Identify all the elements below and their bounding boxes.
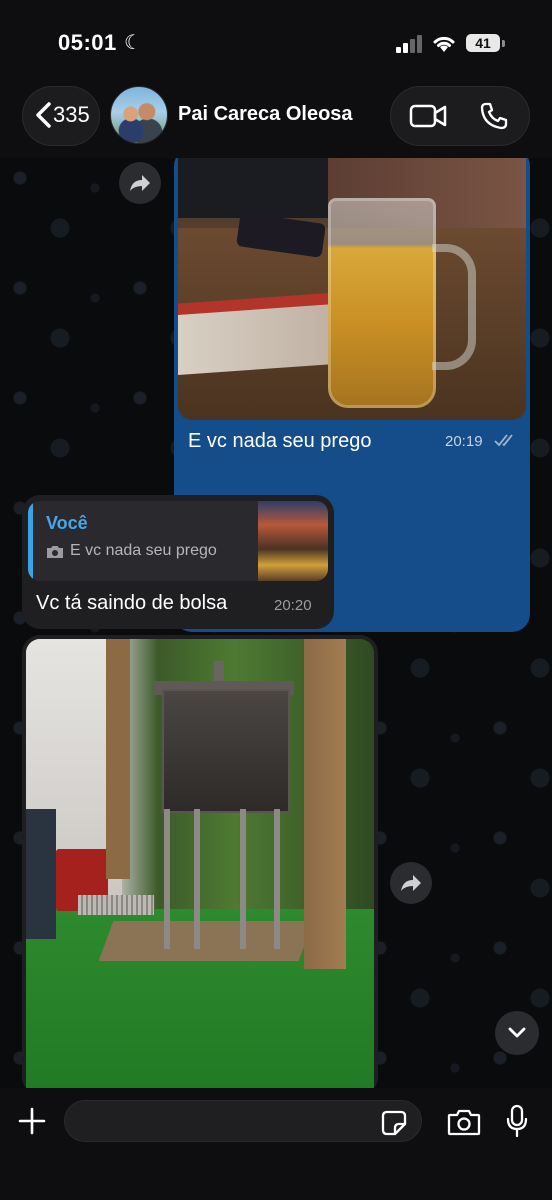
sticker-icon[interactable] [381, 1110, 407, 1136]
quoted-text: E vc nada seu prego [70, 542, 217, 559]
video-call-icon[interactable] [409, 103, 447, 129]
forward-button[interactable] [390, 862, 432, 904]
chat-area[interactable]: E vc nada seu prego 20:19 Você E vc nada… [0, 158, 552, 1088]
call-actions [390, 86, 530, 146]
message-text: Vc tá saindo de bolsa [36, 592, 228, 614]
back-button[interactable]: 335 [22, 86, 100, 146]
signal-icon [396, 35, 424, 53]
incoming-reply-message[interactable]: Você E vc nada seu prego Vc tá saindo de… [22, 495, 334, 629]
chat-header: 335 Pai Careca Oleosa [0, 80, 552, 158]
clock: 05:01 [58, 30, 117, 55]
camera-icon[interactable] [447, 1108, 481, 1136]
contact-name[interactable]: Pai Careca Oleosa [178, 103, 353, 126]
forward-icon [401, 875, 421, 891]
message-input-bar [0, 1088, 552, 1200]
avatar[interactable] [110, 86, 168, 144]
grill-photo[interactable] [26, 639, 374, 1088]
status-bar: 05:01 ☾ 41 [0, 0, 552, 80]
camera-icon [47, 546, 63, 558]
forward-button[interactable] [119, 162, 161, 204]
incoming-photo-message[interactable] [22, 635, 378, 1088]
moon-icon: ☾ [124, 32, 142, 54]
unread-count: 335 [53, 102, 90, 127]
forward-icon [130, 175, 150, 191]
beer-photo[interactable] [178, 158, 526, 420]
wifi-icon [433, 36, 455, 52]
microphone-icon[interactable] [506, 1104, 528, 1138]
read-ticks-icon [494, 434, 513, 447]
plus-icon[interactable] [17, 1106, 47, 1136]
message-input[interactable] [64, 1100, 422, 1142]
quoted-thumbnail [258, 501, 328, 581]
message-time: 20:20 [274, 597, 312, 614]
battery-icon: 41 [466, 34, 500, 52]
phone-call-icon[interactable] [479, 101, 509, 131]
battery-tip [502, 40, 505, 47]
quoted-author: Você [46, 513, 88, 533]
message-caption: E vc nada seu prego [188, 430, 372, 452]
message-time: 20:19 [445, 433, 483, 450]
scroll-to-bottom-button[interactable] [495, 1011, 539, 1055]
quoted-message[interactable]: Você E vc nada seu prego [28, 501, 328, 581]
chevron-down-icon [508, 1027, 526, 1038]
